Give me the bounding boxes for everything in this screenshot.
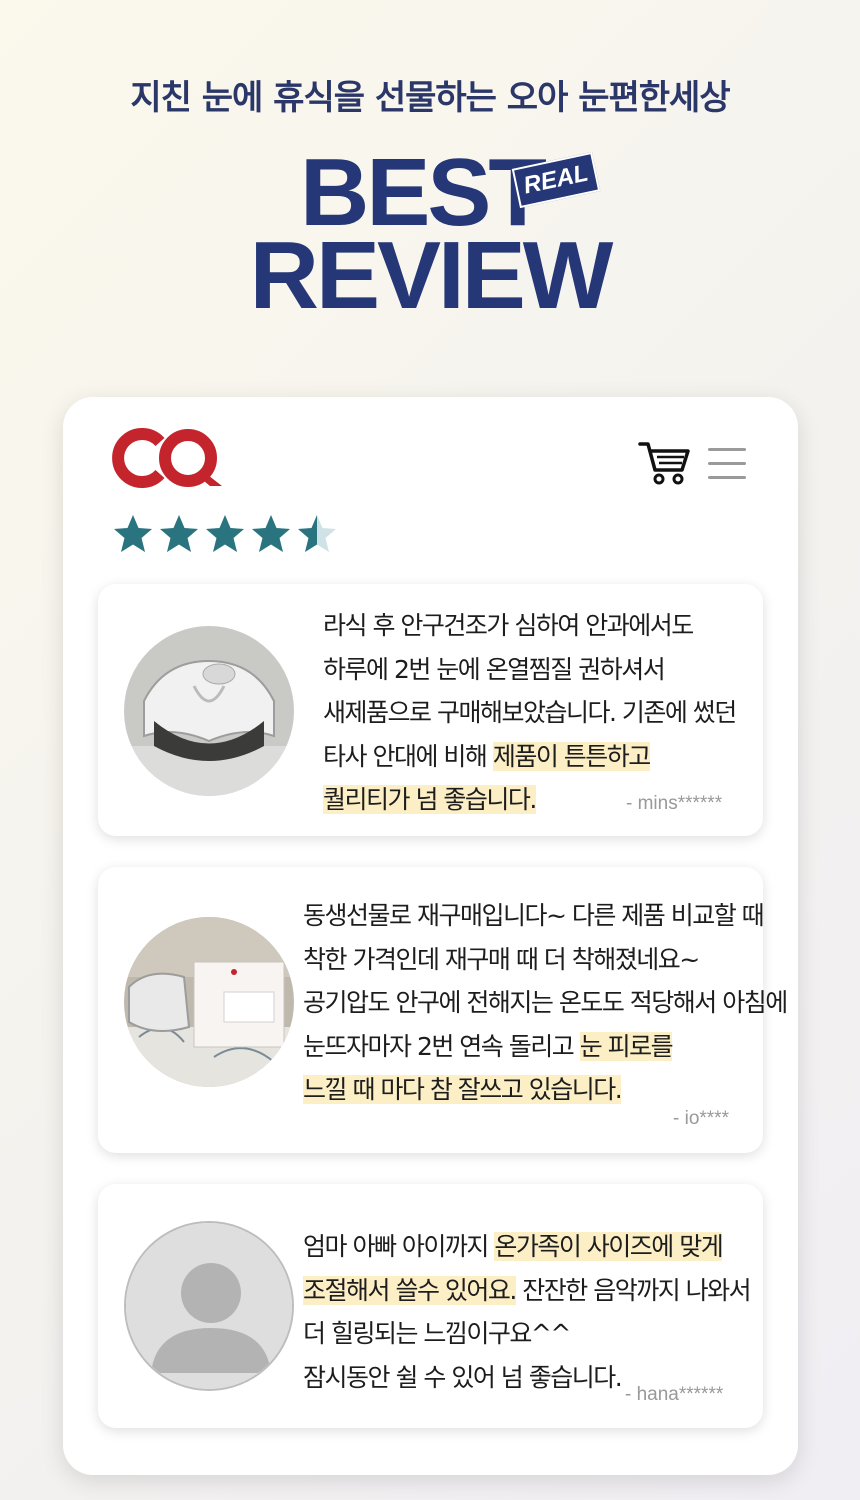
review-segment: 라식 후 안구건조가 심하여 안과에서도	[323, 611, 694, 640]
review-line: 타사 안대에 비해 제품이 튼튼하고	[323, 735, 736, 779]
review-segment: 잔잔한 음악까지 나와서	[515, 1275, 751, 1305]
review-text-1: 라식 후 안구건조가 심하여 안과에서도하루에 2번 눈에 온열찜질 권하셔서새…	[323, 604, 737, 822]
review-author: - hana******	[625, 1384, 724, 1405]
default-avatar-icon	[124, 1221, 294, 1391]
oa-logo[interactable]	[112, 428, 227, 488]
review-segment: 하루에 2번 눈에 온열찜질 권하셔서	[323, 654, 666, 684]
review-segment: 눈뜨자마자 2번 연속 돌리고	[303, 1031, 580, 1061]
review-line: 공기압도 안구에 전해지는 온도도 적당해서 아침에	[303, 981, 788, 1025]
review-segment: 새제품으로 구매해보았습니다. 기존에 썼던	[323, 698, 737, 727]
review-line: 하루에 2번 눈에 온열찜질 권하셔서	[323, 648, 736, 692]
rating-stars	[112, 513, 338, 555]
star-full-icon	[160, 515, 198, 552]
highlighted-text: 제품이 튼튼하고	[492, 741, 651, 771]
star-full-icon	[114, 515, 152, 552]
review-text-3: 엄마 아빠 아이까지 온가족이 사이즈에 맞게 조절해서 쓸수 있어요. 잔잔한 …	[303, 1225, 752, 1399]
menu-line	[708, 476, 746, 479]
review-line: 느낄 때 마다 참 잘쓰고 있습니다.	[303, 1068, 787, 1112]
review-line: 더 힐링되는 느낌이구요^^	[303, 1312, 750, 1356]
highlighted-text: 온가족이 사이즈에 맞게	[494, 1232, 724, 1261]
star-full-icon	[206, 515, 244, 552]
menu-line	[708, 462, 746, 465]
review-title: REVIEW	[249, 222, 614, 329]
review-line: 라식 후 안구건조가 심하여 안과에서도	[323, 604, 736, 648]
review-photo	[124, 626, 294, 796]
review-segment: 엄마 아빠 아이까지	[303, 1232, 495, 1261]
page-subtitle: 지친 눈에 휴식을 선물하는 오아 눈편한세상	[130, 78, 730, 118]
highlighted-text: 퀄리티가 넘 좋습니다.	[323, 785, 537, 814]
highlighted-text: 조절해서 쓸수 있어요.	[303, 1275, 517, 1305]
cart-icon[interactable]	[638, 440, 690, 486]
review-segment: 공기압도 안구에 전해지는 온도도 적당해서 아침에	[303, 988, 788, 1017]
review-segment: 더 힐링되는 느낌이구요^^	[303, 1319, 571, 1348]
review-segment: 동생선물로 재구매입니다~ 다른 제품 비교할 때	[303, 901, 765, 930]
review-line: 착한 가격인데 재구매 때 더 착해졌네요~	[303, 938, 787, 982]
review-line: 눈뜨자마자 2번 연속 돌리고 눈 피로를	[303, 1025, 787, 1069]
star-full-icon	[252, 515, 290, 552]
review-photo	[124, 917, 294, 1087]
hamburger-menu-icon[interactable]	[708, 448, 746, 480]
highlighted-text: 눈 피로를	[579, 1031, 674, 1061]
review-line: 조절해서 쓸수 있어요. 잔잔한 음악까지 나와서	[303, 1269, 752, 1313]
review-segment: 잠시동안 쉴 수 있어 넘 좋습니다.	[303, 1362, 623, 1392]
review-author: - io****	[673, 1108, 729, 1129]
star-half-icon	[298, 515, 336, 552]
review-line: 새제품으로 구매해보았습니다. 기존에 썼던	[323, 691, 737, 735]
review-text-2: 동생선물로 재구매입니다~ 다른 제품 비교할 때착한 가격인데 재구매 때 더…	[303, 894, 788, 1112]
review-segment: 착한 가격인데 재구매 때 더 착해졌네요~	[303, 944, 700, 974]
highlighted-text: 느낄 때 마다 참 잘쓰고 있습니다.	[303, 1075, 623, 1104]
review-line: 엄마 아빠 아이까지 온가족이 사이즈에 맞게	[303, 1225, 750, 1269]
menu-line	[708, 448, 746, 451]
review-author: - mins******	[626, 793, 723, 814]
review-segment: 타사 안대에 비해	[323, 741, 493, 771]
review-line: 동생선물로 재구매입니다~ 다른 제품 비교할 때	[303, 894, 787, 938]
